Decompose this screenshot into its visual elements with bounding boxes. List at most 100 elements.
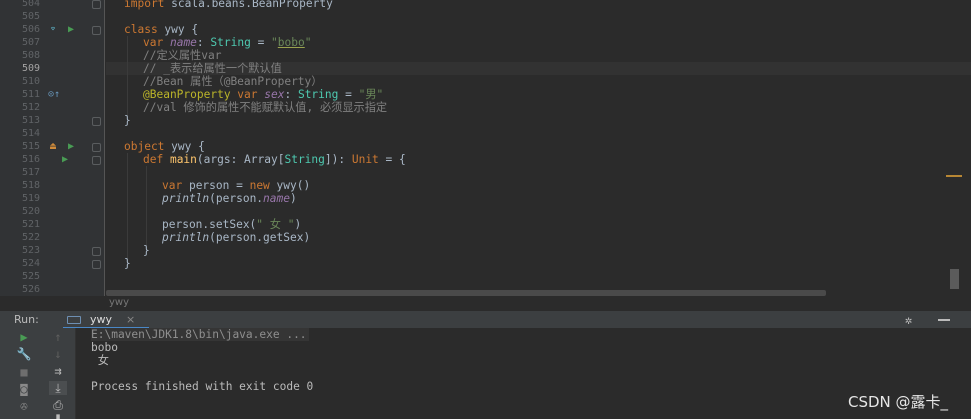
- up-arrow-icon[interactable]: ↑: [49, 330, 67, 344]
- code-text: :: [284, 88, 298, 101]
- code-text: person.setSex(: [162, 218, 257, 231]
- function-call: println: [162, 231, 210, 244]
- line-number: 525: [21, 271, 40, 282]
- string-literal: ": [271, 36, 278, 49]
- soft-wrap-icon[interactable]: ⇉: [49, 364, 67, 378]
- code-line-507: var name: String = "bobo": [143, 36, 312, 49]
- down-arrow-icon[interactable]: ↓: [49, 347, 67, 361]
- indent-guide: [146, 166, 147, 246]
- annotation: @BeanProperty: [143, 88, 231, 101]
- line-number: 513: [21, 115, 40, 126]
- code-line-515: object ywy {: [124, 140, 205, 153]
- implemented-icon[interactable]: ⌔: [50, 23, 56, 36]
- console-line: E:\maven\JDK1.8\bin\java.exe ...: [91, 328, 309, 341]
- indent-guide: [127, 153, 128, 263]
- run-tab-label: ywy: [90, 313, 113, 326]
- type-name: String: [297, 88, 339, 101]
- type-name: Unit: [351, 153, 379, 166]
- fold-icon[interactable]: [92, 26, 101, 35]
- implemented-icon[interactable]: ⏏: [50, 140, 56, 153]
- line-number: 518: [21, 180, 40, 191]
- keyword: object: [124, 140, 165, 153]
- line-number: 514: [21, 128, 40, 139]
- warning-marker[interactable]: [946, 175, 962, 177]
- run-tool-header: Run: ywy × ✲: [0, 310, 971, 329]
- line-number: 524: [21, 258, 40, 269]
- keyword: def: [143, 153, 164, 166]
- close-icon[interactable]: ×: [126, 311, 135, 328]
- rerun-icon[interactable]: ▶: [15, 330, 33, 344]
- fold-icon[interactable]: [92, 260, 101, 269]
- fold-icon[interactable]: [92, 156, 101, 165]
- code-text: (args: Array[: [196, 153, 285, 166]
- line-number: 516: [21, 154, 40, 165]
- line-number: 511: [21, 89, 40, 100]
- scroll-end-icon[interactable]: ⤓: [49, 381, 67, 395]
- field-name: name: [169, 36, 197, 49]
- run-label: Run:: [14, 313, 39, 326]
- fold-icon[interactable]: [92, 247, 101, 256]
- code-text: ): [290, 192, 297, 205]
- code-text: ywy(): [269, 179, 311, 192]
- line-number: 512: [21, 102, 40, 113]
- keyword: new: [249, 179, 270, 192]
- minimize-icon[interactable]: [938, 319, 950, 321]
- run-gutter-icon[interactable]: ▶: [68, 23, 74, 36]
- run-toolbar-secondary: ↑ ↓ ⇉ ⤓ ⎙ ▮: [40, 328, 76, 419]
- run-tab-ywy[interactable]: ywy ×: [63, 311, 149, 329]
- pin-icon[interactable]: ✇: [15, 399, 33, 413]
- breadcrumb: ywy: [0, 296, 971, 310]
- run-gutter-icon[interactable]: ▶: [68, 140, 74, 153]
- fold-icon[interactable]: [92, 143, 101, 152]
- vertical-scrollbar[interactable]: [950, 269, 959, 289]
- string-literal: ": [304, 36, 312, 49]
- stop-icon[interactable]: ■: [15, 365, 33, 379]
- breadcrumb-item[interactable]: ywy: [109, 296, 129, 310]
- code-text: :: [196, 36, 211, 49]
- code-line-518: var person = new ywy(): [162, 179, 310, 192]
- line-number: 506: [21, 24, 40, 35]
- code-text: (person.: [209, 192, 264, 205]
- line-number: 507: [21, 37, 40, 48]
- line-number: 519: [21, 193, 40, 204]
- console-icon: [67, 316, 81, 324]
- line-number: 521: [21, 219, 40, 230]
- run-gutter-icon[interactable]: ▶: [62, 153, 68, 166]
- code-line-510: //Bean 属性（@BeanProperty）: [143, 75, 323, 88]
- code-line-521: person.setSex(" 女 "): [162, 218, 301, 231]
- fold-icon[interactable]: [92, 117, 101, 126]
- code-line-519: println(person.name): [162, 192, 297, 205]
- code-line-504: import scala.beans.BeanProperty: [124, 0, 333, 10]
- line-number: 522: [21, 232, 40, 243]
- line-number: 504: [21, 0, 40, 9]
- console-line: bobo: [91, 341, 118, 354]
- string-literal: "男": [358, 88, 384, 101]
- fold-icon[interactable]: [92, 0, 101, 9]
- code-text: =: [250, 36, 272, 49]
- console-output[interactable]: E:\maven\JDK1.8\bin\java.exe ... bobo 女 …: [77, 328, 971, 419]
- gear-icon[interactable]: ✲: [905, 311, 912, 329]
- code-text: scala.beans.BeanProperty: [164, 0, 333, 10]
- field-name: name: [263, 192, 290, 205]
- trash-icon[interactable]: ▮: [49, 410, 67, 419]
- line-number: 505: [21, 11, 40, 22]
- code-editor[interactable]: 504 505 506 507 508 509 510 511 512 513 …: [0, 0, 971, 296]
- type-name: String: [284, 153, 325, 166]
- line-number: 515: [21, 141, 40, 152]
- code-text: ]):: [324, 153, 352, 166]
- code-text: ywy {: [164, 140, 205, 153]
- line-number: 510: [21, 76, 40, 87]
- code-line-511: @BeanProperty var sex: String = "男": [143, 88, 383, 101]
- editor-gutter: 504 505 506 507 508 509 510 511 512 513 …: [0, 0, 105, 296]
- watermark: CSDN @露卡_: [848, 393, 949, 411]
- annotation-icon[interactable]: ⊙↑: [48, 88, 60, 101]
- wrench-icon[interactable]: 🔧: [15, 347, 33, 361]
- type-name: String: [210, 36, 251, 49]
- camera-icon[interactable]: ◙: [15, 382, 33, 396]
- code-line-522: println(person.getSex): [162, 231, 310, 244]
- line-number: 520: [21, 206, 40, 217]
- code-line-524: }: [124, 257, 131, 270]
- keyword: var: [162, 179, 183, 192]
- code-line-513: }: [124, 114, 131, 127]
- code-text: = {: [378, 153, 406, 166]
